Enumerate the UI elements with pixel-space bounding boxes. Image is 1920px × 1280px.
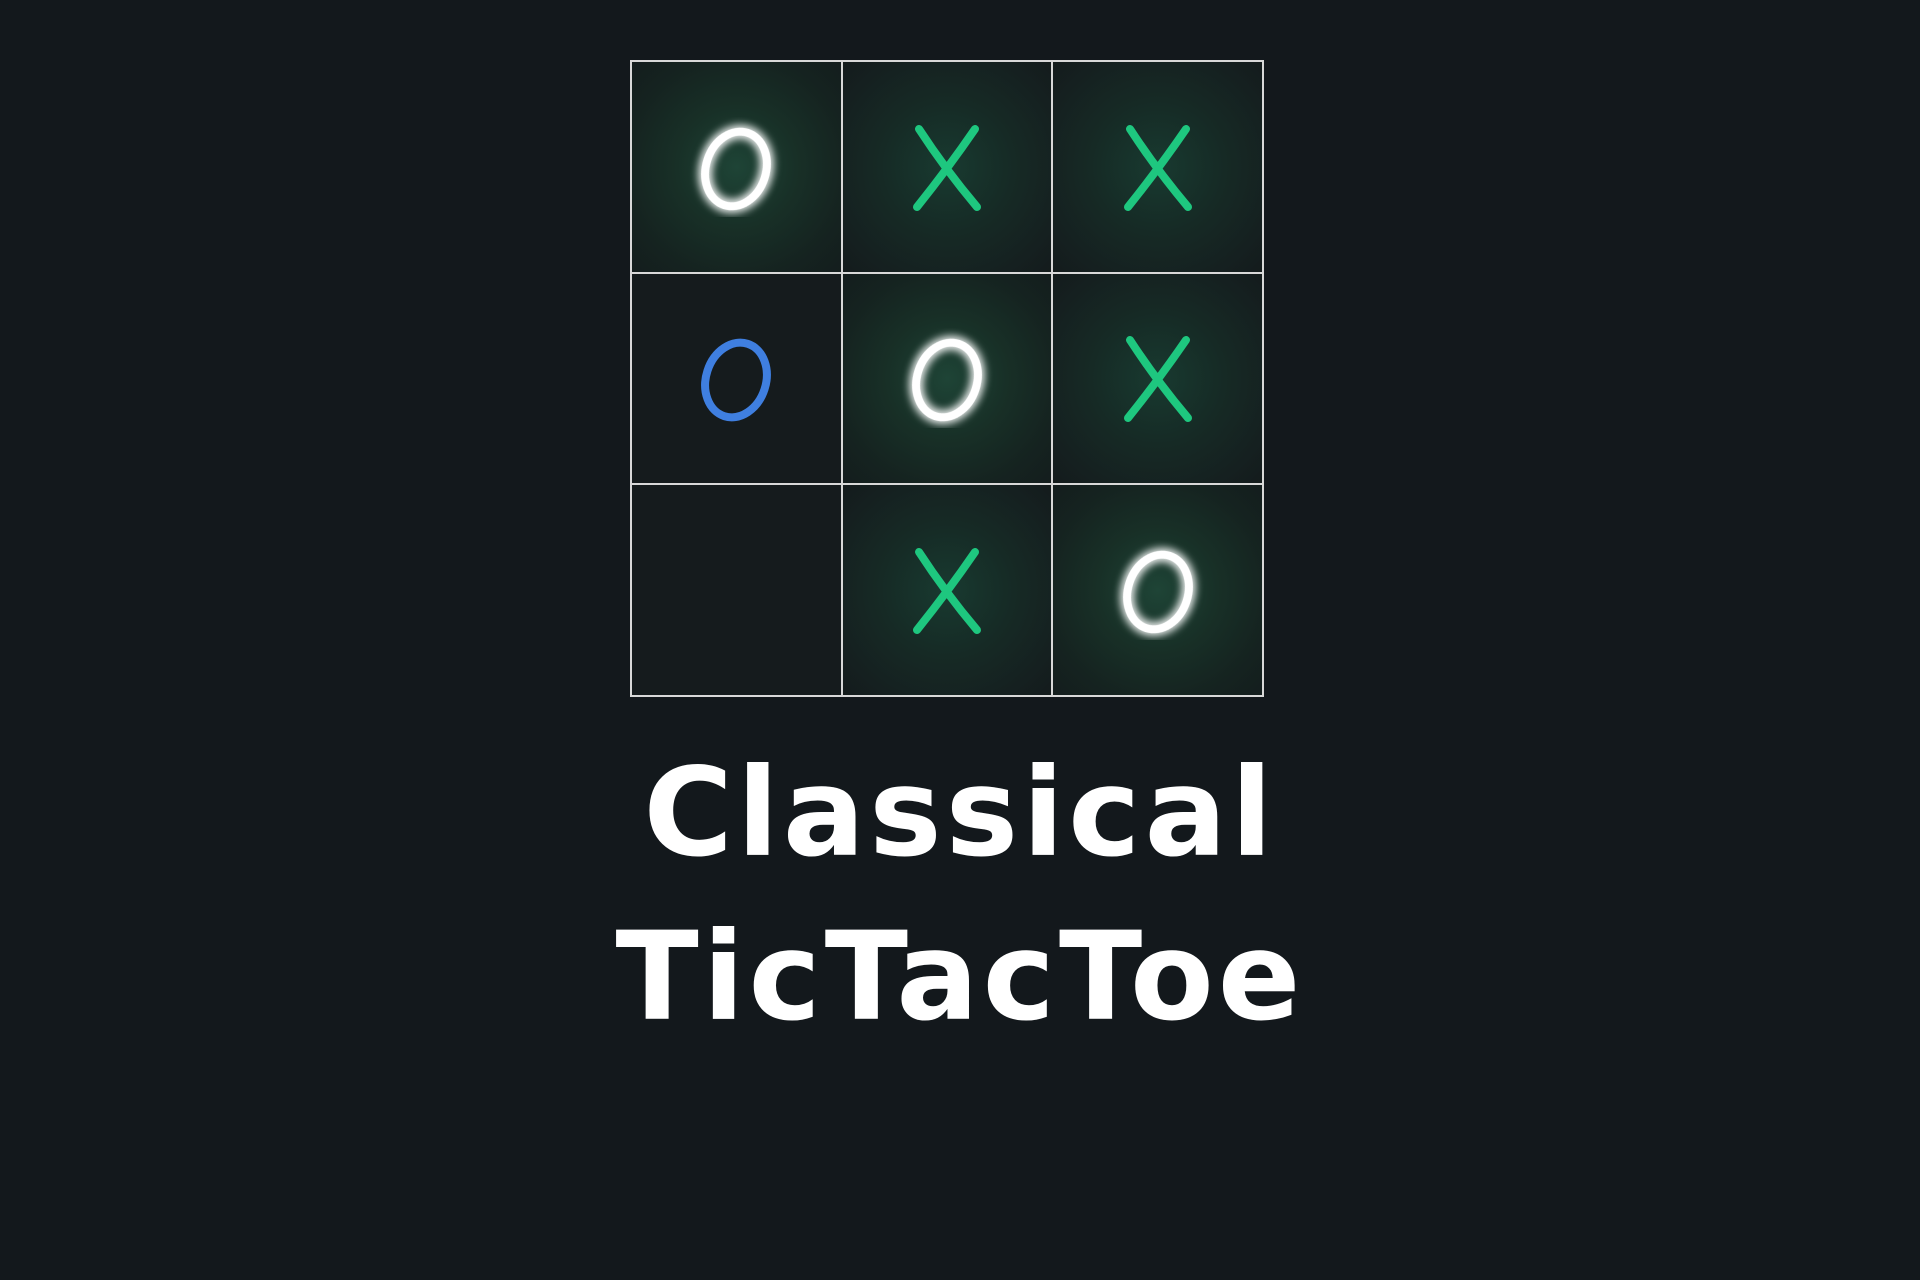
- o-mark-icon: [701, 339, 772, 422]
- x-mark-icon: [1123, 124, 1192, 211]
- x-mark-icon: [912, 548, 981, 635]
- board-cell-r2c2[interactable]: [841, 272, 1053, 485]
- game-board: [630, 60, 1264, 697]
- board-cell-r2c1[interactable]: [631, 272, 842, 485]
- x-mark-icon: [912, 124, 981, 211]
- o-mark-icon: [912, 339, 982, 422]
- game-title-line1: Classical: [643, 742, 1277, 884]
- o-mark-icon: [1122, 550, 1193, 634]
- board-cell-r1c1[interactable]: [631, 61, 842, 273]
- o-mark-icon: [701, 127, 772, 211]
- game-title-line2: TicTacToe: [615, 906, 1305, 1048]
- board-cell-r1c3[interactable]: [1052, 61, 1263, 273]
- board-cell-r3c3[interactable]: [1052, 484, 1263, 696]
- board-cell-r3c2[interactable]: [841, 484, 1053, 696]
- board-cell-r1c2[interactable]: [841, 61, 1053, 273]
- board-cell-r3c1[interactable]: [631, 484, 842, 696]
- x-mark-icon: [1123, 336, 1192, 423]
- board-cell-r2c3[interactable]: [1052, 272, 1263, 485]
